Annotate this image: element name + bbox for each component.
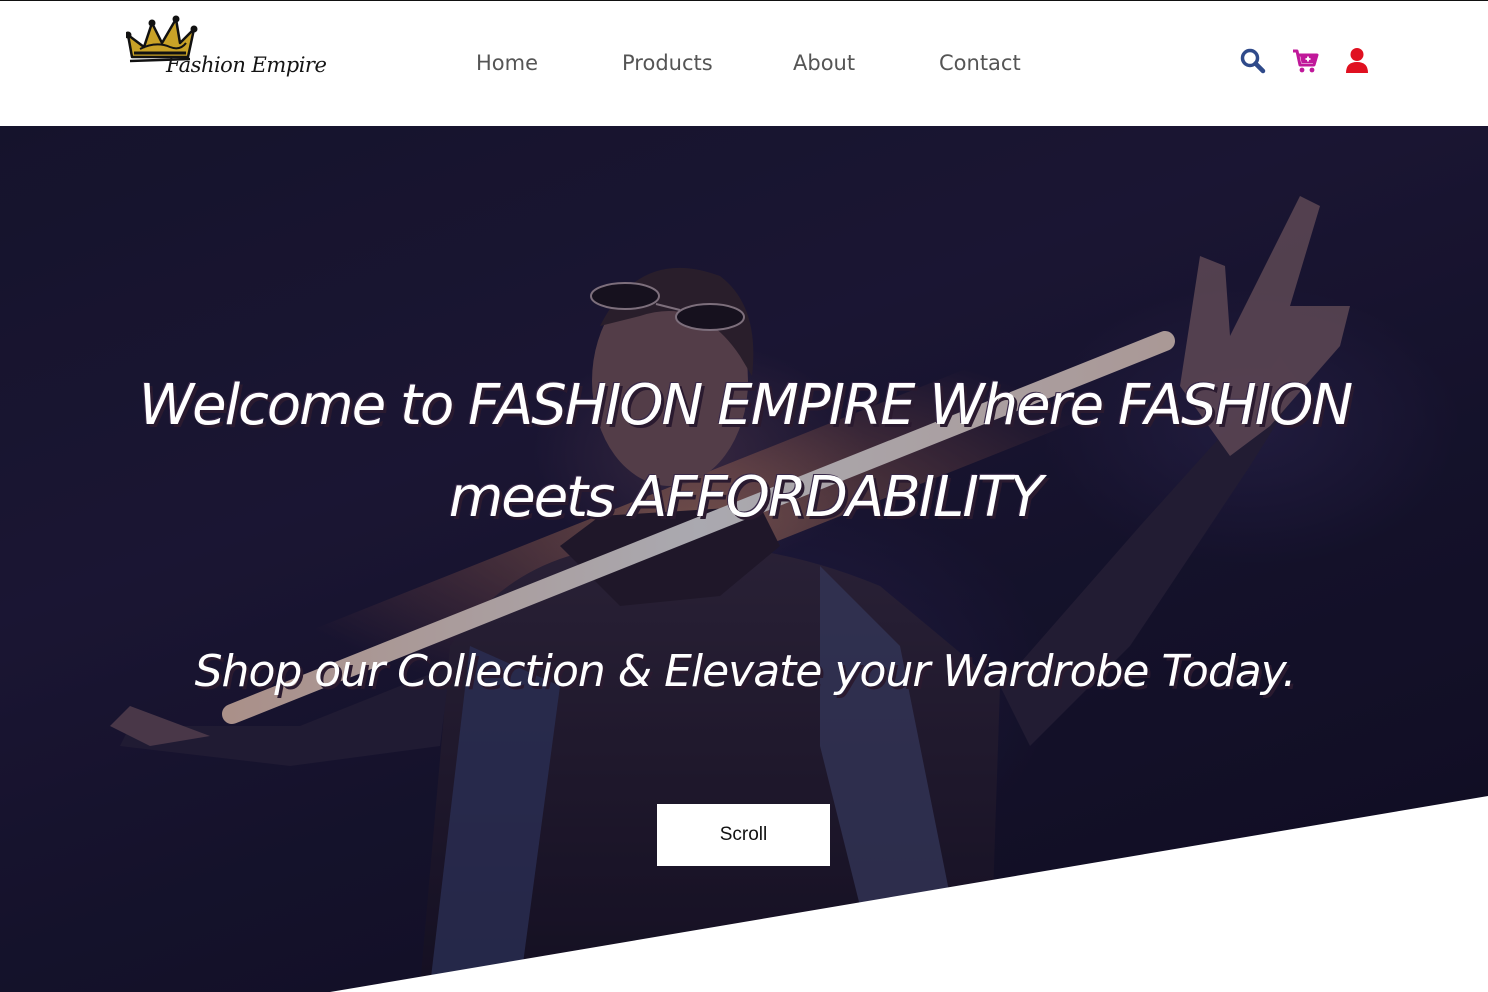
- nav-link-home[interactable]: Home: [476, 51, 538, 75]
- nav-link-products[interactable]: Products: [622, 51, 713, 75]
- hero-section: Welcome to FASHION EMPIRE Where FASHION …: [0, 126, 1488, 992]
- search-icon[interactable]: [1239, 47, 1267, 75]
- nav-link-contact[interactable]: Contact: [939, 51, 1021, 75]
- navbar: Fashion Empire Home Products About Conta…: [0, 1, 1488, 125]
- nav-link-about[interactable]: About: [793, 51, 855, 75]
- brand-logo[interactable]: Fashion Empire: [126, 13, 327, 89]
- user-icon[interactable]: [1344, 47, 1372, 75]
- cart-icon[interactable]: [1292, 47, 1320, 75]
- scroll-button[interactable]: Scroll: [657, 804, 830, 866]
- logo-text: Fashion Empire: [166, 53, 327, 77]
